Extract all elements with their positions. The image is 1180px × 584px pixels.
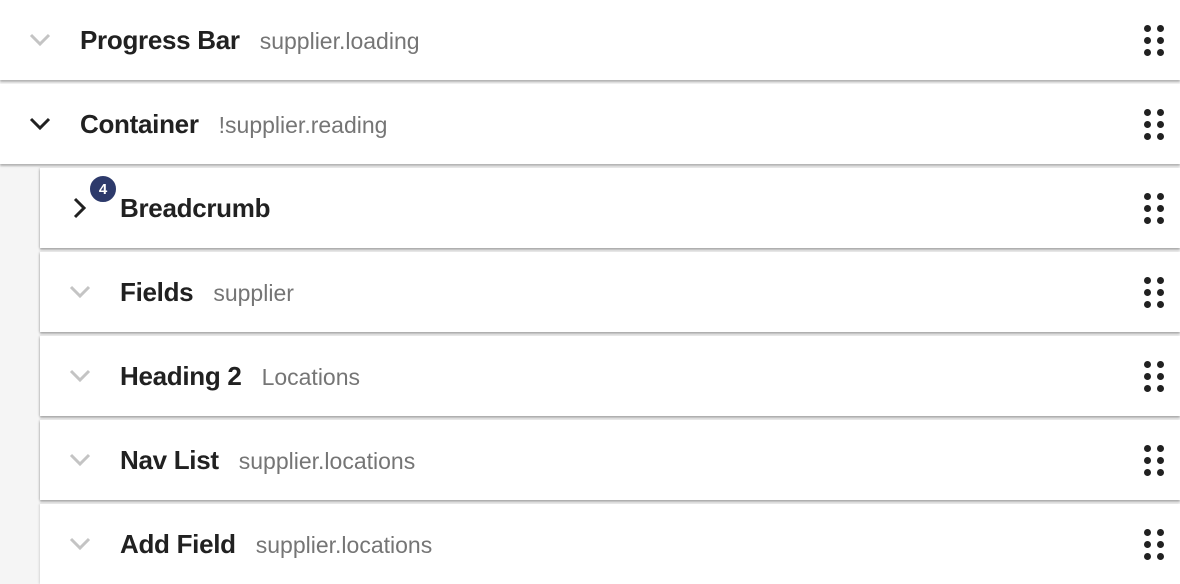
row-subtitle: supplier.locations bbox=[238, 447, 416, 474]
row-title: Heading 2 Locations bbox=[120, 360, 361, 391]
row-title: Nav List supplier.locations bbox=[120, 444, 416, 475]
row-title: Container !supplier.reading bbox=[80, 108, 388, 139]
drag-handle-icon[interactable] bbox=[1144, 191, 1166, 225]
tree-row-add-field[interactable]: Add Field supplier.locations bbox=[40, 504, 1180, 584]
tree-row-fields[interactable]: Fields supplier bbox=[40, 252, 1180, 332]
row-subtitle: supplier.locations bbox=[255, 531, 433, 558]
row-title: Breadcrumb bbox=[120, 192, 271, 223]
drag-handle-icon[interactable] bbox=[1144, 275, 1166, 309]
row-subtitle: !supplier.reading bbox=[218, 111, 388, 138]
chevron-down-icon[interactable] bbox=[68, 448, 92, 472]
chevron-down-icon[interactable] bbox=[68, 364, 92, 388]
drag-handle-icon[interactable] bbox=[1144, 107, 1166, 141]
tree-row-nav-list[interactable]: Nav List supplier.locations bbox=[40, 420, 1180, 500]
tree-row-container[interactable]: Container !supplier.reading bbox=[0, 84, 1180, 164]
chevron-down-icon[interactable] bbox=[28, 112, 52, 136]
drag-handle-icon[interactable] bbox=[1144, 359, 1166, 393]
row-title: Add Field supplier.locations bbox=[120, 528, 433, 559]
drag-handle-icon[interactable] bbox=[1144, 23, 1166, 57]
tree-row-heading-2[interactable]: Heading 2 Locations bbox=[40, 336, 1180, 416]
row-title: Progress Bar supplier.loading bbox=[80, 24, 420, 55]
chevron-down-icon[interactable] bbox=[28, 28, 52, 52]
drag-handle-icon[interactable] bbox=[1144, 443, 1166, 477]
row-subtitle: supplier.loading bbox=[259, 27, 420, 54]
drag-handle-icon[interactable] bbox=[1144, 527, 1166, 561]
tree-row-breadcrumb[interactable]: 4 Breadcrumb bbox=[40, 168, 1180, 248]
child-count-badge: 4 bbox=[88, 174, 118, 204]
chevron-down-icon[interactable] bbox=[68, 532, 92, 556]
row-subtitle: supplier bbox=[213, 279, 294, 306]
chevron-down-icon[interactable] bbox=[68, 280, 92, 304]
chevron-right-icon[interactable] bbox=[68, 196, 92, 220]
tree-row-progress-bar[interactable]: Progress Bar supplier.loading bbox=[0, 0, 1180, 80]
row-title: Fields supplier bbox=[120, 276, 294, 307]
row-subtitle: Locations bbox=[261, 363, 361, 390]
